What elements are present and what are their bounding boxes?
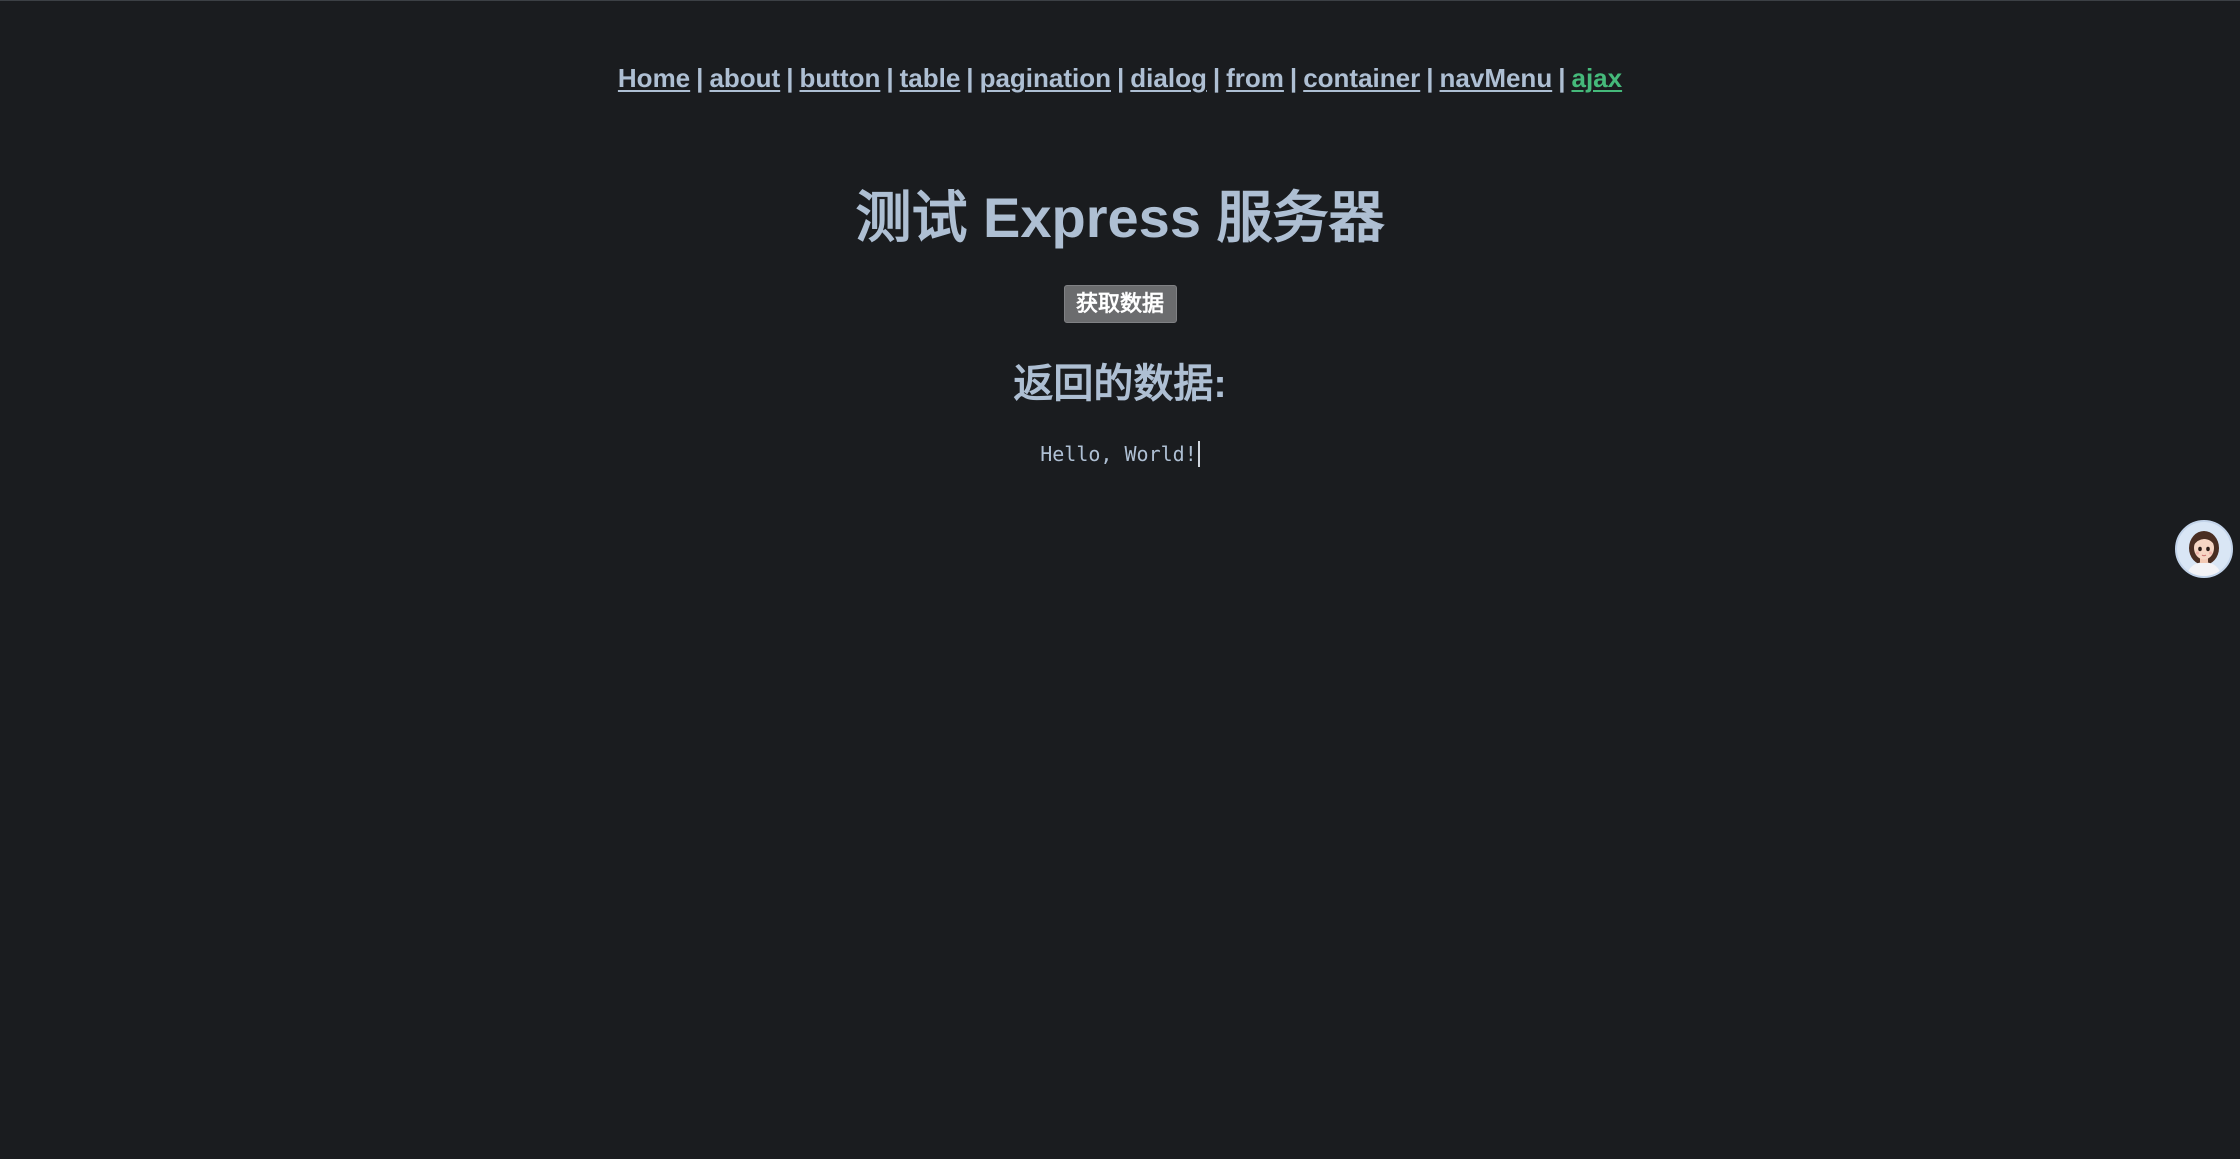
nav-link-from[interactable]: from [1226, 63, 1284, 93]
nav-separator: | [966, 63, 974, 93]
result-heading: 返回的数据: [1013, 362, 1227, 406]
avatar-icon [2187, 531, 2221, 576]
assistant-avatar-button[interactable] [2175, 520, 2233, 578]
nav-link-home[interactable]: Home [618, 63, 690, 93]
page-title: 测试 Express 服务器 [855, 186, 1385, 249]
nav-link-container[interactable]: container [1303, 63, 1420, 93]
window-top-border [0, 0, 2240, 1]
nav-separator: | [1212, 63, 1221, 93]
nav-separator: | [1289, 63, 1298, 93]
top-nav: Home | about | button | table | pagination | dialo… [0, 60, 2240, 96]
nav-link-navmenu[interactable]: navMenu [1440, 63, 1553, 93]
result-text: Hello, World! [1040, 442, 1197, 466]
fetch-data-button[interactable]: 获取数据 [1063, 285, 1177, 323]
nav-separator: | [786, 63, 794, 93]
nav-separator: | [1426, 63, 1434, 93]
nav-separator: | [1558, 63, 1566, 93]
result-output: Hello, World! [0, 440, 2240, 468]
text-cursor [1197, 441, 1200, 467]
nav-link-ajax[interactable]: ajax [1571, 63, 1622, 93]
nav-link-about[interactable]: about [709, 63, 780, 93]
nav-separator: | [1117, 63, 1125, 93]
nav-link-dialog[interactable]: dialog [1130, 63, 1207, 93]
nav-link-table[interactable]: table [900, 63, 961, 93]
nav-link-button[interactable]: button [799, 63, 880, 93]
nav-separator: | [886, 63, 894, 93]
fetch-button-container: 获取数据 [0, 285, 2240, 323]
nav-link-pagination[interactable]: pagination [980, 63, 1111, 93]
nav-separator: | [696, 63, 704, 93]
